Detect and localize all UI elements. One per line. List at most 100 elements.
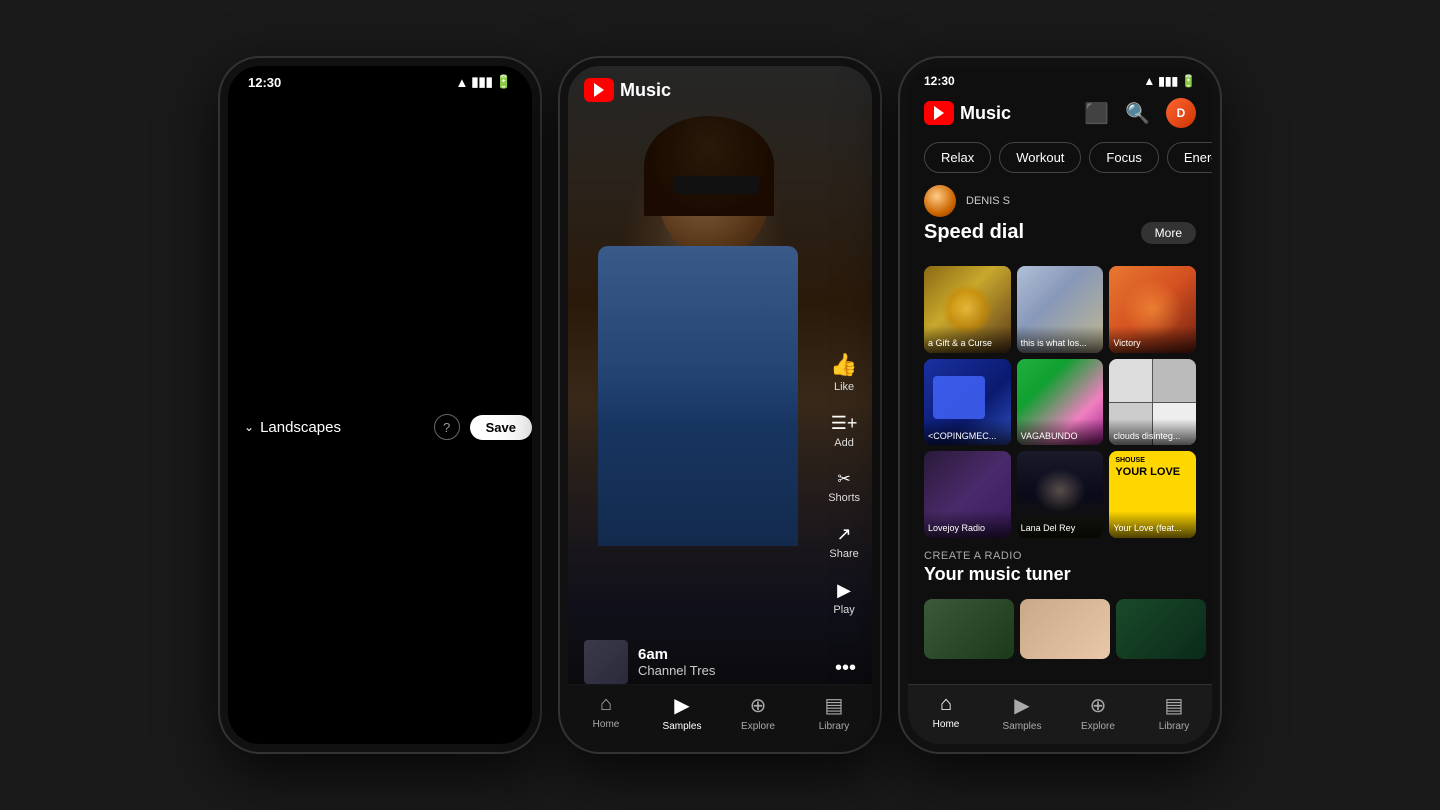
signal-icon-3: ▮▮▮	[1158, 74, 1178, 88]
more-button[interactable]: More	[1141, 222, 1196, 244]
focus-label: Focus	[1106, 150, 1141, 165]
album-label-1: a Gift & a Curse	[924, 326, 1011, 353]
speed-dial-grid: a Gift & a Curse this is what los... Vic…	[908, 266, 1212, 538]
like-action[interactable]: 👍 Like	[830, 352, 857, 393]
user-avatar-header[interactable]: D	[1166, 98, 1196, 128]
tuner-previews	[908, 593, 1212, 665]
yt-logo-icon	[584, 78, 614, 102]
tuner-title: Your music tuner	[924, 564, 1196, 585]
phone-3: 12:30 ▲ ▮▮▮ 🔋 Music ⬛ 🔍 D	[900, 58, 1220, 752]
share-action[interactable]: ↗ Share	[829, 524, 858, 560]
album-label-7: Lovejoy Radio	[924, 511, 1011, 538]
like-icon: 👍	[830, 352, 857, 378]
mood-focus[interactable]: Focus	[1089, 142, 1158, 173]
album-card-6[interactable]: clouds disinteg...	[1109, 359, 1196, 446]
header-actions: ? Save	[434, 414, 532, 440]
nav-home-2[interactable]: ⌂ Home	[568, 693, 644, 732]
bottom-nav-2: ⌂ Home ▶ Samples ⊕ Explore ▤ Library	[568, 685, 872, 744]
tuner-preview-2	[1020, 599, 1110, 659]
workout-label: Workout	[1016, 150, 1064, 165]
shorts-action[interactable]: ✂ Shorts	[828, 469, 860, 504]
play-action[interactable]: ▶ Play	[833, 580, 854, 616]
nav-explore-2[interactable]: ⊕ Explore	[720, 693, 796, 732]
cast-icon[interactable]: ⬛	[1084, 101, 1109, 126]
search-icon[interactable]: 🔍	[1125, 101, 1150, 126]
explore-label-2: Explore	[741, 721, 775, 732]
track-more-button[interactable]: •••	[835, 657, 856, 684]
yt-logo-text-3: Music	[960, 103, 1011, 124]
album-card-9[interactable]: SHOUSE YOUR LOVE Your Love (feat...	[1109, 451, 1196, 538]
speed-dial-header: Speed dial More	[924, 221, 1196, 244]
mood-workout[interactable]: Workout	[999, 142, 1081, 173]
tuner-preview-1	[924, 599, 1014, 659]
help-button[interactable]: ?	[434, 414, 460, 440]
nav-home-3[interactable]: ⌂ Home	[908, 693, 984, 732]
status-bar-3: 12:30 ▲ ▮▮▮ 🔋	[908, 66, 1212, 92]
bottom-nav-3: ⌂ Home ▶ Samples ⊕ Explore ▤ Library	[908, 684, 1212, 744]
phone-2: Music 👍 Like ☰+ Add ✂ Shorts ↗	[560, 58, 880, 752]
nav-explore-3[interactable]: ⊕ Explore	[1060, 693, 1136, 732]
battery-icon: 🔋	[496, 74, 512, 90]
landscapes-header: ⌄ Landscapes ? Save	[228, 66, 532, 744]
tuner-preview-3	[1116, 599, 1206, 659]
yt-logo-text: Music	[620, 80, 671, 101]
album-label-8: Lana Del Rey	[1017, 511, 1104, 538]
youtube-music-logo: Music	[584, 78, 671, 102]
avatar-image	[924, 185, 956, 217]
track-info-bottom: 6am Channel Tres •••	[584, 640, 856, 684]
samples-icon-2: ▶	[674, 693, 689, 718]
yt-music-screen: 12:30 ▲ ▮▮▮ 🔋 Music ⬛ 🔍 D	[908, 66, 1212, 744]
nav-library-3[interactable]: ▤ Library	[1136, 693, 1212, 732]
library-icon-2: ▤	[825, 693, 844, 718]
album-label-4: <COPINGMEC...	[924, 419, 1011, 446]
mood-energize[interactable]: Energize	[1167, 142, 1212, 173]
nav-library-2[interactable]: ▤ Library	[796, 693, 872, 732]
header-title-area[interactable]: ⌄ Landscapes	[244, 419, 341, 436]
relax-label: Relax	[941, 150, 974, 165]
signal-icon: ▮▮▮	[471, 74, 492, 90]
wifi-icon-3: ▲	[1143, 74, 1155, 88]
play-label: Play	[833, 604, 854, 616]
shorts-icon: ✂	[837, 469, 850, 489]
yt-music-header: Music	[568, 66, 872, 114]
explore-icon-3: ⊕	[1090, 693, 1107, 718]
tuner-section: CREATE A RADIO Your music tuner	[908, 538, 1212, 593]
video-gradient	[568, 66, 872, 684]
save-button[interactable]: Save	[470, 415, 532, 440]
share-icon: ↗	[837, 524, 852, 545]
mood-relax[interactable]: Relax	[924, 142, 991, 173]
play-icon: ▶	[837, 580, 851, 601]
album-label-3: Victory	[1109, 326, 1196, 353]
album-card-7[interactable]: Lovejoy Radio	[924, 451, 1011, 538]
speed-dial-section: DENIS S Speed dial More	[908, 185, 1212, 266]
samples-label-2: Samples	[663, 721, 702, 732]
track-info: 6am Channel Tres	[584, 640, 715, 684]
nav-samples-2[interactable]: ▶ Samples	[644, 693, 720, 732]
nav-samples-3[interactable]: ▶ Samples	[984, 693, 1060, 732]
samples-label-3: Samples	[1003, 721, 1042, 732]
album-card-8[interactable]: Lana Del Rey	[1017, 451, 1104, 538]
header-title: Landscapes	[260, 419, 341, 436]
add-icon: ☰+	[831, 413, 858, 434]
help-label: ?	[443, 420, 450, 435]
home-icon-3: ⌂	[940, 693, 952, 716]
add-label: Add	[834, 437, 854, 449]
video-background: Music 👍 Like ☰+ Add ✂ Shorts ↗	[568, 66, 872, 744]
album-card-5[interactable]: VAGABUNDO	[1017, 359, 1104, 446]
album-card-2[interactable]: this is what los...	[1017, 266, 1104, 353]
home-label-3: Home	[933, 719, 960, 730]
add-action[interactable]: ☰+ Add	[831, 413, 858, 449]
album-card-1[interactable]: a Gift & a Curse	[924, 266, 1011, 353]
album-card-3[interactable]: Victory	[1109, 266, 1196, 353]
library-label-3: Library	[1159, 721, 1190, 732]
album-card-4[interactable]: <COPINGMEC...	[924, 359, 1011, 446]
status-bar-1: 12:30 ▲ ▮▮▮ 🔋	[228, 66, 532, 94]
like-label: Like	[834, 381, 854, 393]
mood-chips: Relax Workout Focus Energize	[908, 138, 1212, 185]
chevron-icon: ⌄	[244, 420, 254, 434]
yt-logo-icon-3	[924, 101, 954, 125]
track-thumbnail	[584, 640, 628, 684]
share-label: Share	[829, 548, 858, 560]
album-label-5: VAGABUNDO	[1017, 419, 1104, 446]
signal-icons-3: ▲ ▮▮▮ 🔋	[1143, 74, 1196, 88]
